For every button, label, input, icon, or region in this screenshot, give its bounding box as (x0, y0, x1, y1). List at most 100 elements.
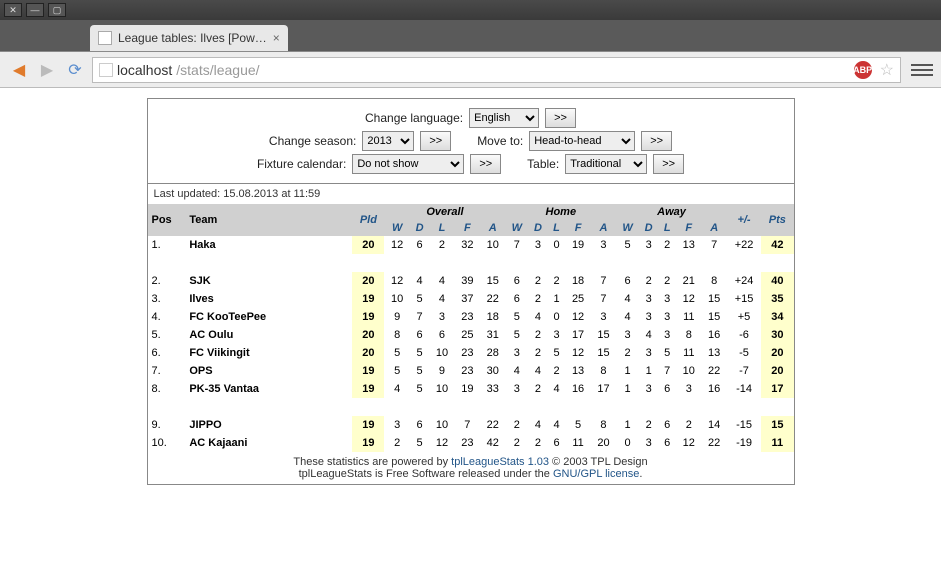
table-row: 10.AC Kajaani192512234222611200361222-19… (148, 434, 794, 452)
th-w[interactable]: W (512, 222, 522, 234)
th-f[interactable]: F (464, 222, 471, 234)
cell: 23 (455, 362, 480, 380)
browser-tab[interactable]: League tables: Ilves [Pow… × (90, 25, 288, 51)
th-d[interactable]: D (534, 222, 542, 234)
bookmark-star-icon[interactable]: ☆ (880, 60, 894, 80)
cell: 19 (352, 362, 384, 380)
th-l[interactable]: L (439, 222, 446, 234)
cell: 25 (455, 326, 480, 344)
window-maximize-button[interactable]: ▢ (48, 3, 66, 17)
cell: 22 (480, 416, 505, 434)
cell: 23 (455, 308, 480, 326)
team-link[interactable]: AC Oulu (189, 329, 233, 341)
cell: 1. (148, 236, 186, 254)
cell: 4 (548, 380, 566, 398)
moveto-go-button[interactable]: >> (641, 131, 672, 151)
th-d[interactable]: D (416, 222, 424, 234)
cell: 7 (701, 236, 726, 254)
tab-close-icon[interactable]: × (273, 31, 280, 45)
team-link[interactable]: JIPPO (189, 419, 221, 431)
window-close-button[interactable]: ✕ (4, 3, 22, 17)
fixture-select[interactable]: Do not show (352, 154, 464, 174)
footer-link-license[interactable]: GNU/GPL license (553, 468, 639, 480)
cell: 4 (528, 362, 547, 380)
cell: 10 (384, 290, 409, 308)
abp-icon[interactable]: ABP (854, 61, 872, 79)
back-icon[interactable]: ◀ (8, 59, 30, 81)
cell: 19 (352, 434, 384, 452)
cell: 6 (410, 236, 429, 254)
cell: 5 (410, 434, 429, 452)
cell: 4. (148, 308, 186, 326)
table-go-button[interactable]: >> (653, 154, 684, 174)
controls-bar: Change language: English >> Change seaso… (148, 99, 794, 183)
cell: 22 (701, 362, 726, 380)
window-minimize-button[interactable]: — (26, 3, 44, 17)
th-a[interactable]: A (599, 222, 607, 234)
th-pts[interactable]: Pts (769, 214, 786, 226)
team-link[interactable]: SJK (189, 275, 210, 287)
cell: 5 (410, 290, 429, 308)
cell: 40 (761, 272, 793, 290)
team-link[interactable]: OPS (189, 365, 212, 377)
th-team: Team (189, 214, 217, 226)
th-f[interactable]: F (575, 222, 582, 234)
cell: 2 (429, 236, 454, 254)
cell: 2 (639, 416, 658, 434)
cell: 4 (528, 308, 547, 326)
cell: 13 (565, 362, 590, 380)
th-w[interactable]: W (622, 222, 632, 234)
language-go-button[interactable]: >> (545, 108, 576, 128)
th-w[interactable]: W (392, 222, 402, 234)
cell: 15 (591, 326, 616, 344)
moveto-select[interactable]: Head-to-head (529, 131, 635, 151)
season-go-button[interactable]: >> (420, 131, 451, 151)
footer-link-product[interactable]: tplLeagueStats 1.03 (451, 456, 549, 468)
cell: 18 (480, 308, 505, 326)
cell: 3 (505, 380, 528, 398)
cell: 0 (616, 434, 639, 452)
th-a[interactable]: A (710, 222, 718, 234)
cell: 2 (505, 434, 528, 452)
th-f[interactable]: F (685, 222, 692, 234)
forward-icon[interactable]: ▶ (36, 59, 58, 81)
cell: 9 (429, 362, 454, 380)
th-d[interactable]: D (645, 222, 653, 234)
cell: 3 (591, 236, 616, 254)
cell: 13 (676, 236, 701, 254)
cell: 4 (429, 272, 454, 290)
th-pm[interactable]: +/- (737, 214, 750, 226)
team-link[interactable]: FC Viikingit (189, 347, 249, 359)
cell: 10 (676, 362, 701, 380)
url-bar[interactable]: localhost/stats/league/ ABP ☆ (92, 57, 901, 83)
table-select[interactable]: Traditional (565, 154, 647, 174)
cell: 25 (565, 290, 590, 308)
cell: 6 (658, 380, 676, 398)
th-pld[interactable]: Pld (360, 214, 377, 226)
cell: +15 (727, 290, 761, 308)
cell: 3 (658, 308, 676, 326)
team-link[interactable]: AC Kajaani (189, 437, 247, 449)
reload-icon[interactable]: ⟳ (64, 59, 86, 81)
language-select[interactable]: English (469, 108, 539, 128)
cell: 12 (384, 236, 409, 254)
season-select[interactable]: 2013 (362, 131, 414, 151)
th-l[interactable]: L (553, 222, 560, 234)
th-a[interactable]: A (489, 222, 497, 234)
team-link[interactable]: FC KooTeePee (189, 311, 266, 323)
browser-tabstrip: League tables: Ilves [Pow… × (0, 20, 941, 52)
cell: 22 (480, 290, 505, 308)
cell: 6 (616, 272, 639, 290)
table-row: 9.JIPPO19361072224458126214-1515 (148, 416, 794, 434)
th-l[interactable]: L (664, 222, 671, 234)
hamburger-menu-icon[interactable] (911, 59, 933, 81)
team-link[interactable]: Haka (189, 239, 215, 251)
cell: +22 (727, 236, 761, 254)
team-link[interactable]: PK-35 Vantaa (189, 383, 259, 395)
team-link[interactable]: Ilves (189, 293, 213, 305)
cell: 7 (591, 272, 616, 290)
table-row: 6.FC Viikingit205510232832512152351113-5… (148, 344, 794, 362)
cell: 2 (658, 272, 676, 290)
cell: 3 (658, 326, 676, 344)
fixture-go-button[interactable]: >> (470, 154, 501, 174)
